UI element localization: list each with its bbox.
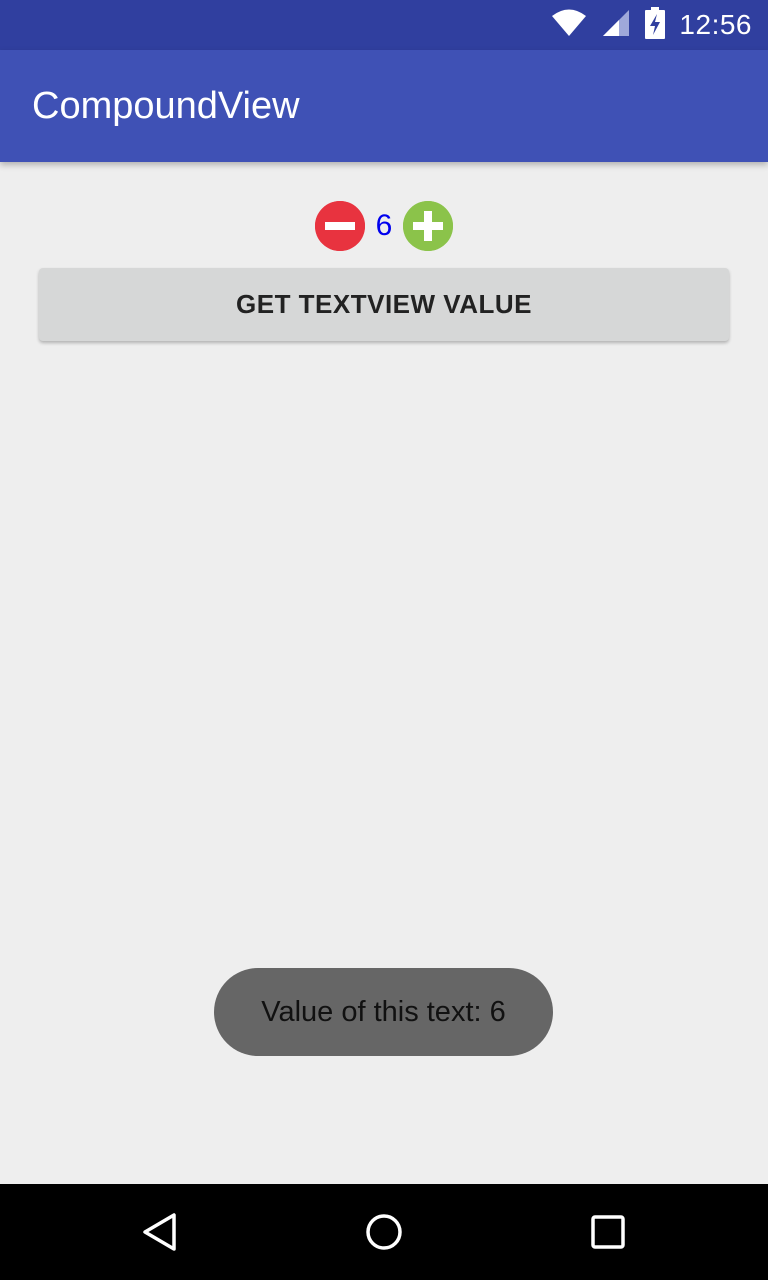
decrement-button[interactable] <box>315 201 365 251</box>
main-content: 6 GET TEXTVIEW VALUE Value of this text:… <box>0 162 768 1184</box>
app-title: CompoundView <box>32 84 300 127</box>
status-time: 12:56 <box>679 9 752 40</box>
cell-signal-icon <box>601 8 631 43</box>
battery-charging-icon <box>645 6 666 44</box>
app-bar: CompoundView <box>0 50 768 162</box>
plus-circle-icon <box>403 201 453 251</box>
get-textview-value-button[interactable]: GET TEXTVIEW VALUE <box>39 268 729 341</box>
minus-circle-icon <box>315 201 365 251</box>
increment-button[interactable] <box>403 201 453 251</box>
home-icon <box>366 1214 402 1250</box>
counter-compound-view: 6 <box>0 200 768 252</box>
home-button[interactable] <box>324 1184 444 1280</box>
status-bar: 12:56 <box>0 0 768 50</box>
wifi-icon <box>551 9 587 42</box>
status-icons: 12:56 <box>551 0 752 50</box>
navigation-bar <box>0 1184 768 1280</box>
back-icon <box>143 1213 176 1251</box>
recents-button[interactable] <box>548 1184 668 1280</box>
back-button[interactable] <box>100 1184 220 1280</box>
recents-icon <box>591 1215 625 1249</box>
counter-value: 6 <box>375 209 393 242</box>
toast-message: Value of this text: 6 <box>214 968 553 1056</box>
